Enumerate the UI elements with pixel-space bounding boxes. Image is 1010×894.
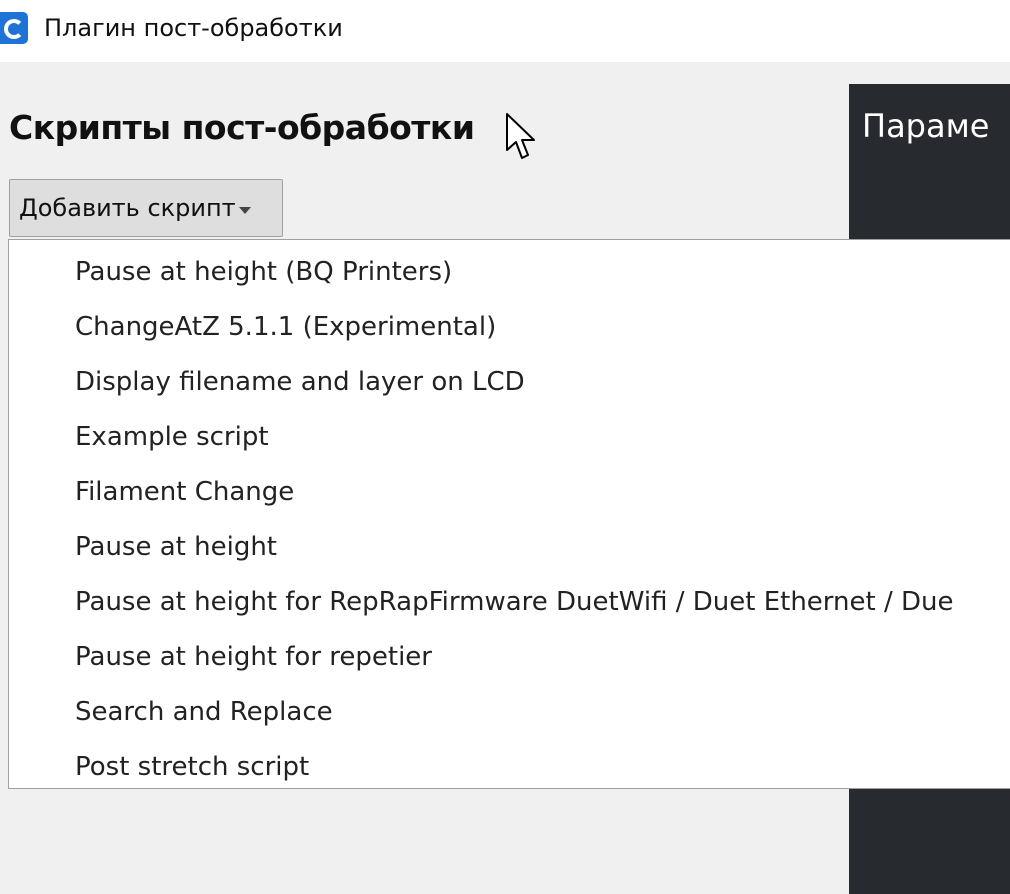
chevron-down-icon [238, 206, 251, 214]
menu-item-search-replace[interactable]: Search and Replace [9, 684, 1010, 739]
menu-item-pause-repetier[interactable]: Pause at height for repetier [9, 629, 1010, 684]
settings-panel-title: Параме [862, 107, 990, 145]
add-script-button[interactable]: Добавить скрипт [9, 179, 283, 237]
menu-item-pause-reprap[interactable]: Pause at height for RepRapFirmware DuetW… [9, 574, 1010, 629]
menu-item-post-stretch[interactable]: Post stretch script [9, 739, 1010, 788]
title-bar: Плагин пост-обработки [0, 0, 1010, 62]
add-script-label: Добавить скрипт [19, 194, 236, 222]
page-title: Скрипты пост-обработки [9, 108, 475, 147]
cura-app-icon [0, 12, 28, 44]
menu-item-pause-at-height[interactable]: Pause at height [9, 519, 1010, 574]
menu-item-pause-bq[interactable]: Pause at height (BQ Printers) [9, 244, 1010, 299]
menu-item-example-script[interactable]: Example script [9, 409, 1010, 464]
script-dropdown-menu: Pause at height (BQ Printers) ChangeAtZ … [8, 239, 1010, 789]
menu-item-display-filename[interactable]: Display filename and layer on LCD [9, 354, 1010, 409]
menu-item-filament-change[interactable]: Filament Change [9, 464, 1010, 519]
mouse-cursor-icon [506, 113, 535, 159]
window-title: Плагин пост-обработки [44, 14, 343, 42]
menu-item-changeatz[interactable]: ChangeAtZ 5.1.1 (Experimental) [9, 299, 1010, 354]
